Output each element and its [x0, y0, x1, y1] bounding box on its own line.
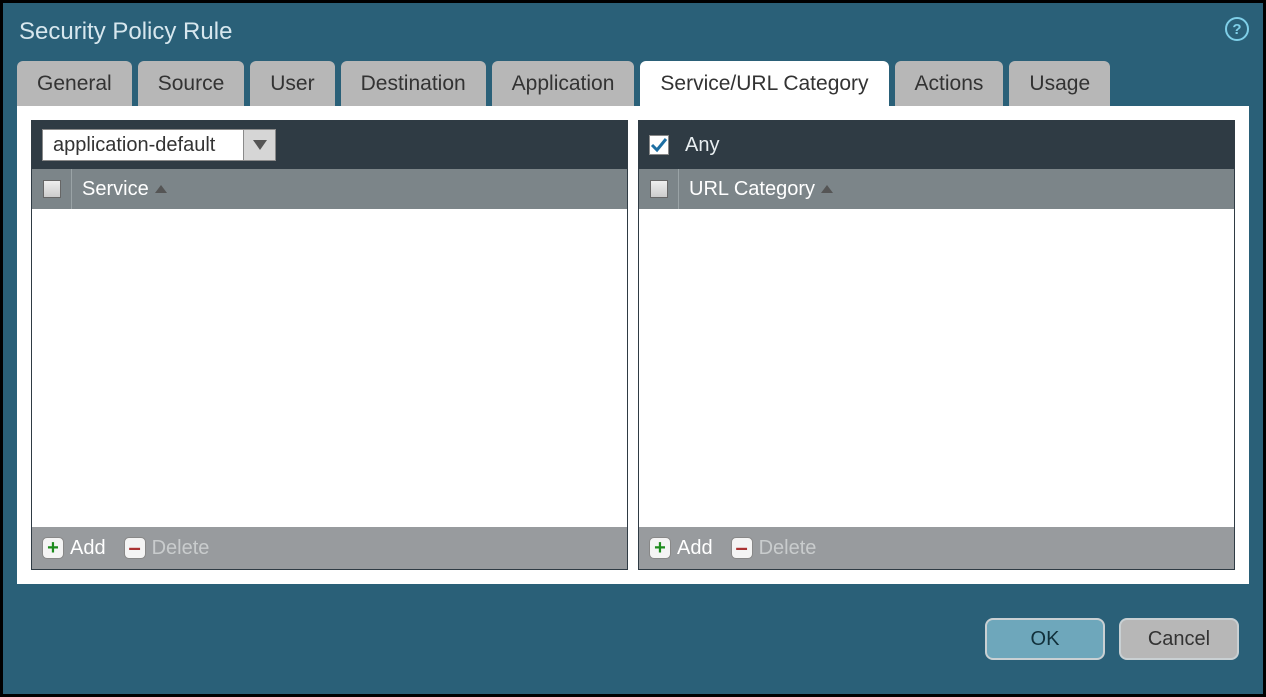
url-panel-top: Any [639, 121, 1234, 169]
tab-source[interactable]: Source [138, 61, 245, 106]
minus-icon: – [124, 537, 146, 559]
sort-asc-icon [821, 185, 833, 193]
url-select-all-cell[interactable] [639, 169, 679, 209]
minus-icon: – [731, 537, 753, 559]
service-dropdown[interactable]: application-default [42, 129, 276, 161]
dialog-button-row: OK Cancel [3, 584, 1263, 694]
tab-user[interactable]: User [250, 61, 334, 106]
any-label: Any [685, 134, 719, 157]
ok-button[interactable]: OK [985, 618, 1105, 660]
delete-label: Delete [152, 537, 210, 560]
url-panel-footer: + Add – Delete [639, 527, 1234, 569]
url-category-panel: Any URL Category + Add – Delet [638, 120, 1235, 570]
service-panel-top: application-default [32, 121, 627, 169]
cancel-button[interactable]: Cancel [1119, 618, 1239, 660]
tab-strip: General Source User Destination Applicat… [3, 61, 1263, 106]
tab-label: Usage [1029, 72, 1090, 95]
url-delete-button[interactable]: – Delete [731, 537, 817, 560]
tab-label: General [37, 72, 112, 95]
service-grid-body [32, 209, 627, 527]
service-column-header[interactable]: Service [72, 178, 167, 201]
dialog-title: Security Policy Rule [19, 18, 232, 46]
column-header-label: Service [82, 178, 149, 201]
tab-content: application-default Service + [17, 106, 1249, 584]
tab-label: Destination [361, 72, 466, 95]
tab-service-url-category[interactable]: Service/URL Category [640, 61, 888, 106]
security-policy-rule-dialog: Security Policy Rule ? General Source Us… [3, 3, 1263, 694]
checkbox-icon [650, 180, 668, 198]
tab-label: Source [158, 72, 225, 95]
chevron-down-icon[interactable] [243, 130, 275, 160]
tab-label: User [270, 72, 314, 95]
tab-usage[interactable]: Usage [1009, 61, 1110, 106]
url-column-header[interactable]: URL Category [679, 178, 833, 201]
service-panel: application-default Service + [31, 120, 628, 570]
sort-asc-icon [155, 185, 167, 193]
service-delete-button[interactable]: – Delete [124, 537, 210, 560]
tab-label: Service/URL Category [660, 72, 868, 95]
tab-destination[interactable]: Destination [341, 61, 486, 106]
cancel-label: Cancel [1148, 628, 1210, 651]
column-header-label: URL Category [689, 178, 815, 201]
tab-label: Application [512, 72, 615, 95]
ok-label: OK [1031, 628, 1060, 651]
tab-label: Actions [915, 72, 984, 95]
add-label: Add [70, 537, 106, 560]
service-panel-footer: + Add – Delete [32, 527, 627, 569]
url-add-button[interactable]: + Add [649, 537, 713, 560]
tab-application[interactable]: Application [492, 61, 635, 106]
service-dropdown-value: application-default [43, 130, 243, 160]
service-select-all-cell[interactable] [32, 169, 72, 209]
help-icon[interactable]: ? [1225, 17, 1249, 41]
any-checkbox[interactable] [649, 135, 669, 155]
checkbox-icon [43, 180, 61, 198]
url-grid-body [639, 209, 1234, 527]
tab-actions[interactable]: Actions [895, 61, 1004, 106]
delete-label: Delete [759, 537, 817, 560]
plus-icon: + [649, 537, 671, 559]
service-add-button[interactable]: + Add [42, 537, 106, 560]
add-label: Add [677, 537, 713, 560]
tab-general[interactable]: General [17, 61, 132, 106]
dialog-titlebar: Security Policy Rule ? [3, 3, 1263, 61]
service-column-header-row: Service [32, 169, 627, 209]
url-column-header-row: URL Category [639, 169, 1234, 209]
plus-icon: + [42, 537, 64, 559]
